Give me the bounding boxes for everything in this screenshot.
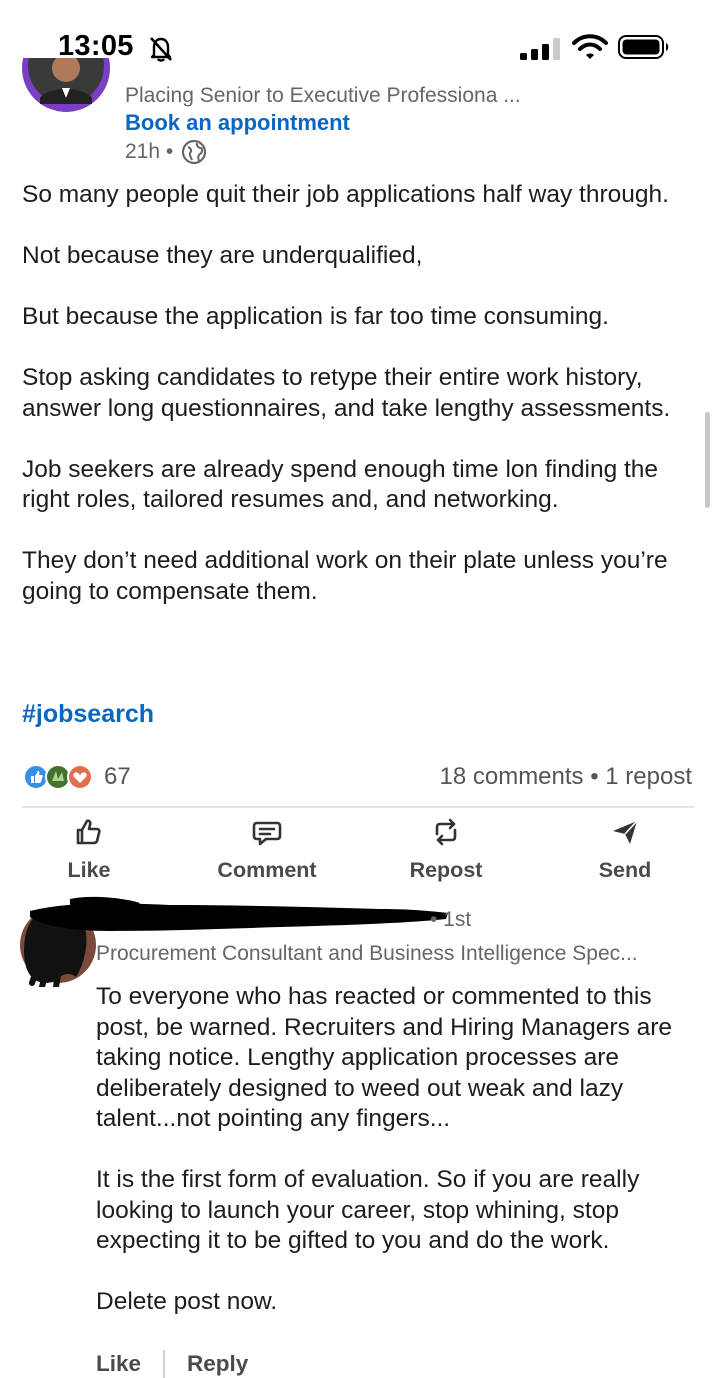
repost-button[interactable]: Repost xyxy=(361,816,531,883)
post-time: 21h • xyxy=(125,140,174,163)
signal-icon xyxy=(520,38,560,60)
post-paragraph: But because the application is far too t… xyxy=(22,303,609,330)
post-meta: 21h • xyxy=(125,139,207,165)
comment-icon xyxy=(252,821,282,846)
comment-paragraph: Delete post now. xyxy=(96,1288,278,1315)
post-paragraph: So many people quit their job applicatio… xyxy=(22,181,669,208)
comment-actions-divider xyxy=(163,1350,166,1378)
repost-label: Repost xyxy=(409,858,483,882)
send-label: Send xyxy=(598,858,652,882)
commenter-connection-degree: • 1st xyxy=(430,908,472,931)
reaction-count[interactable]: 67 xyxy=(104,763,131,791)
like-button[interactable]: Like xyxy=(4,816,174,883)
comment-reply-button[interactable]: Reply xyxy=(187,1351,248,1377)
comment-actions: Like Reply xyxy=(96,1350,248,1378)
repost-icon xyxy=(435,818,457,846)
post-paragraph: They don’t need additional work on their… xyxy=(22,547,668,605)
comment-body: To everyone who has reacted or commented… xyxy=(96,982,706,1348)
commenter-headline: Procurement Consultant and Business Inte… xyxy=(96,942,638,965)
post-paragraph: Job seekers are already spend enough tim… xyxy=(22,455,659,514)
redacted-commenter-name xyxy=(30,896,448,931)
post-paragraph: Stop asking candidates to retype their e… xyxy=(22,364,671,422)
post-paragraph: Not because they are underqualified, xyxy=(22,242,423,269)
comment-paragraph: It is the first form of evaluation. So i… xyxy=(96,1166,640,1254)
comment-button[interactable]: Comment xyxy=(182,816,352,883)
like-reaction-icon xyxy=(23,764,49,790)
globe-icon xyxy=(182,139,207,165)
love-reaction-icon xyxy=(67,764,93,790)
scrollbar[interactable] xyxy=(705,412,710,508)
bell-slash-icon xyxy=(150,37,172,62)
wifi-icon xyxy=(572,34,608,59)
like-label: Like xyxy=(67,858,111,882)
comments-reposts-count[interactable]: 18 comments • 1 repost xyxy=(439,763,692,791)
book-appointment-link[interactable]: Book an appointment xyxy=(125,110,350,136)
send-button[interactable]: Send xyxy=(540,816,710,883)
comment-label: Comment xyxy=(217,858,317,882)
celebrate-reaction-icon xyxy=(45,764,71,790)
battery-icon xyxy=(618,35,669,59)
comment-paragraph: To everyone who has reacted or commented… xyxy=(96,983,673,1132)
author-avatar[interactable]: #HIRING xyxy=(22,58,110,132)
comment-like-button[interactable]: Like xyxy=(96,1351,141,1377)
send-icon xyxy=(613,820,638,844)
hashtag-link[interactable]: #jobsearch xyxy=(22,700,154,729)
reaction-icons[interactable] xyxy=(22,763,94,791)
divider xyxy=(22,806,694,808)
author-headline: Placing Senior to Executive Professiona … xyxy=(125,84,521,107)
thumbs-up-icon xyxy=(76,819,101,845)
post-body: So many people quit their job applicatio… xyxy=(22,180,702,638)
